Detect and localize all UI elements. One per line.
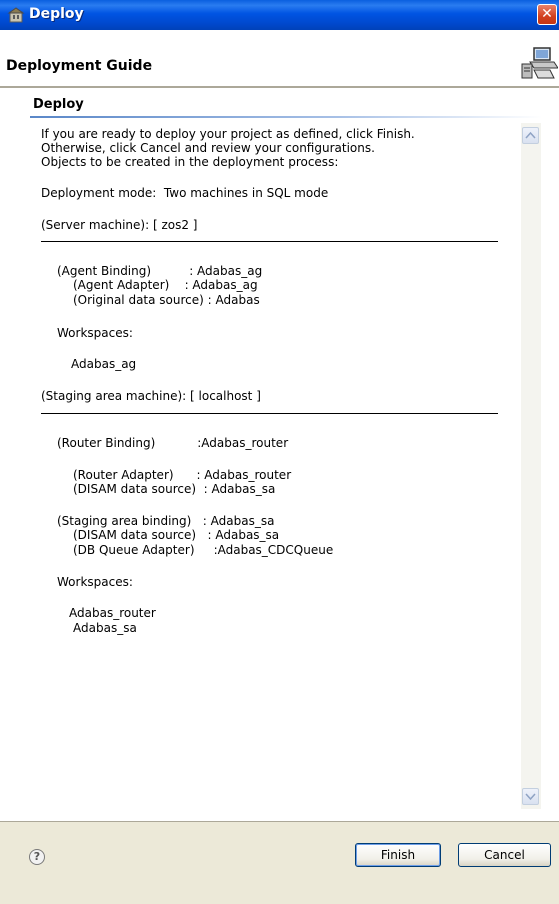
content-area: Deploy If you are ready to deploy your p…: [0, 89, 559, 821]
title-bar[interactable]: Deploy ✕: [0, 0, 559, 30]
finish-button[interactable]: Finish: [355, 843, 441, 867]
window-title: Deploy: [29, 6, 84, 22]
computer-icon: [521, 47, 558, 79]
staging-machine: (Staging area machine): [ localhost ]: [41, 389, 261, 403]
router-binding: (Router Binding) :Adabas_router: [57, 436, 289, 450]
server-machine: (Server machine): [ zos2 ]: [41, 218, 198, 232]
deploy-icon: [7, 7, 25, 23]
scroll-up-button[interactable]: [522, 127, 539, 144]
page-title: Deployment Guide: [6, 58, 153, 74]
deployment-mode: Deployment mode: Two machines in SQL mod…: [41, 186, 329, 200]
original-data-source: (Original data source) : Adabas: [73, 293, 260, 307]
intro-line-2: Otherwise, click Cancel and review your …: [41, 141, 375, 155]
wizard-header: Deployment Guide: [0, 30, 559, 86]
chevron-up-icon: [525, 131, 536, 139]
close-button[interactable]: ✕: [537, 4, 557, 25]
deployment-summary-text[interactable]: If you are ready to deploy your project …: [30, 123, 543, 809]
separator-line: [41, 241, 498, 242]
chevron-down-icon: [525, 793, 536, 801]
scroll-down-button[interactable]: [522, 788, 539, 805]
section-rule: [30, 116, 542, 118]
agent-adapter: (Agent Adapter) : Adabas_ag: [73, 278, 258, 292]
staging-area-binding: (Staging area binding) : Adabas_sa: [57, 514, 275, 528]
separator-line: [41, 413, 498, 414]
intro-line-3: Objects to be created in the deployment …: [41, 155, 339, 169]
workspaces-label: Workspaces:: [57, 575, 133, 589]
disam-data-source: (DISAM data source) : Adabas_sa: [73, 482, 276, 496]
help-icon[interactable]: ?: [29, 849, 45, 865]
workspace-item: Adabas_router: [69, 606, 156, 620]
section-title: Deploy: [33, 97, 84, 112]
deploy-dialog: Deploy ✕ Deployment Guide Deploy If you …: [0, 0, 559, 904]
disam-data-source: (DISAM data source) : Adabas_sa: [73, 528, 280, 542]
router-adapter: (Router Adapter) : Adabas_router: [73, 468, 292, 482]
workspace-item: Adabas_ag: [71, 357, 137, 371]
vertical-scrollbar[interactable]: [521, 123, 541, 809]
workspaces-label: Workspaces:: [57, 326, 133, 340]
agent-binding: (Agent Binding) : Adabas_ag: [57, 264, 263, 278]
intro-line-1: If you are ready to deploy your project …: [41, 127, 415, 141]
workspace-item: Adabas_sa: [73, 621, 137, 635]
cancel-button[interactable]: Cancel: [458, 843, 551, 867]
button-bar: ? Finish Cancel: [0, 821, 559, 904]
db-queue-adapter: (DB Queue Adapter) :Adabas_CDCQueue: [73, 543, 334, 557]
